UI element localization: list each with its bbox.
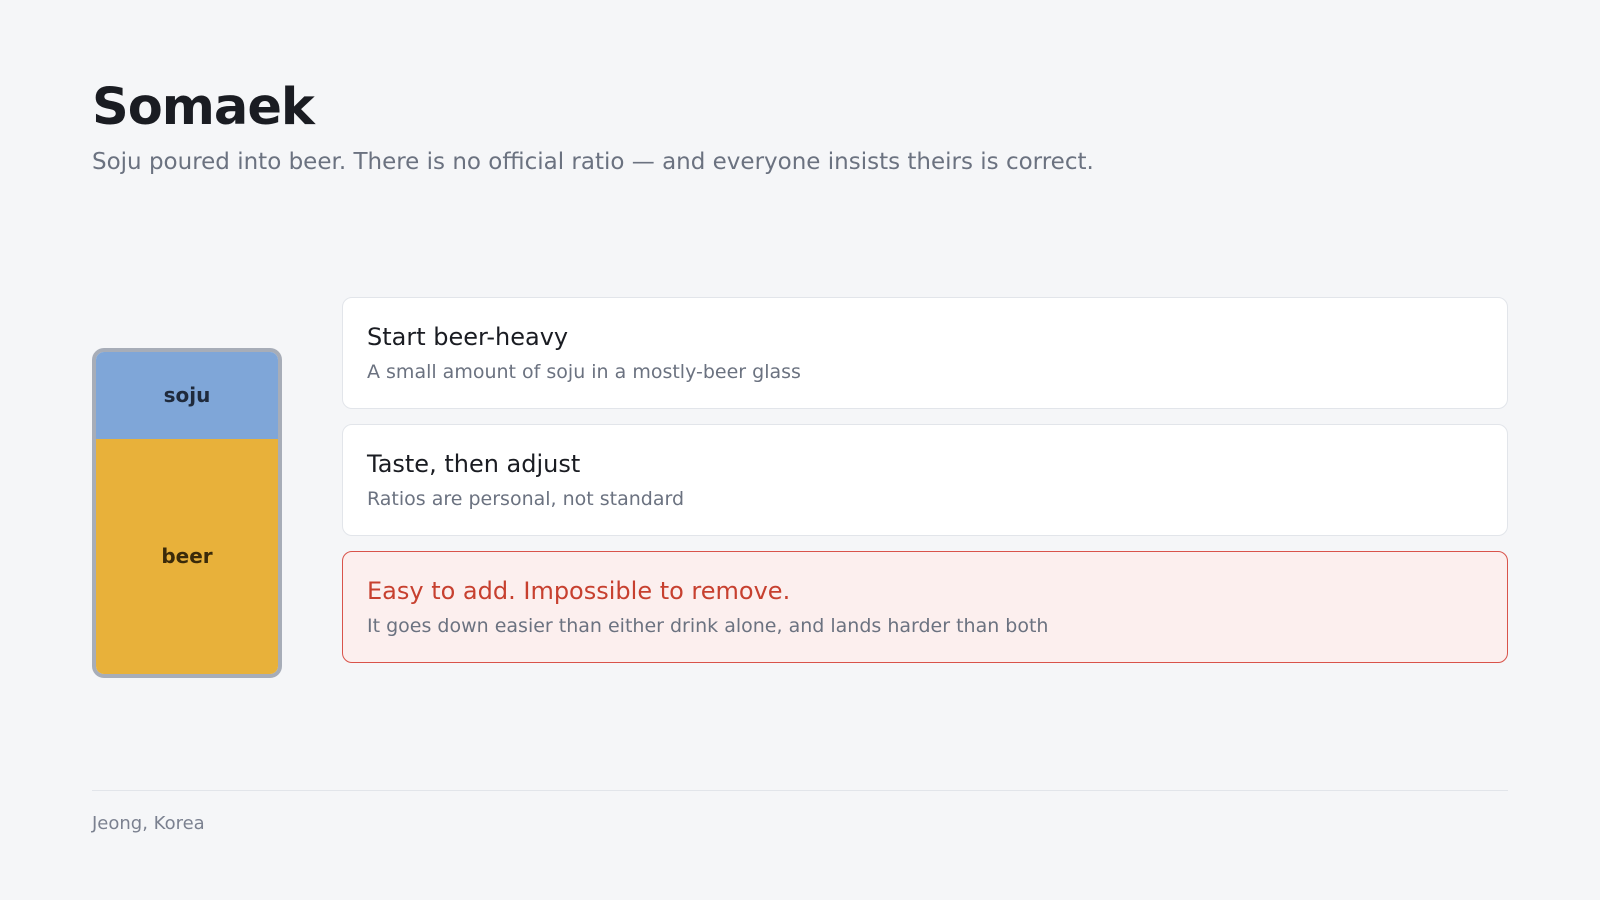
page-header: Somaek Soju poured into beer. There is n…: [92, 78, 1512, 178]
tip-card-description: A small amount of soju in a mostly-beer …: [367, 361, 801, 383]
footer: Jeong, Korea: [92, 790, 1508, 834]
warning-card: Easy to add. Impossible to remove. It go…: [342, 551, 1508, 663]
tip-card-description: Ratios are personal, not standard: [367, 488, 685, 510]
tip-card-start-beer-heavy: Start beer-heavy A small amount of soju …: [342, 297, 1508, 409]
glass-illustration: soju beer: [92, 348, 282, 678]
tips-list: Start beer-heavy A small amount of soju …: [342, 297, 1508, 663]
warning-card-description: It goes down easier than either drink al…: [367, 615, 1049, 637]
soju-label: soju: [163, 383, 211, 408]
beer-layer: beer: [96, 438, 278, 674]
beer-label: beer: [161, 544, 213, 569]
warning-card-title: Easy to add. Impossible to remove.: [367, 577, 791, 605]
tip-card-title: Taste, then adjust: [367, 450, 581, 478]
footer-text: Jeong, Korea: [92, 813, 205, 834]
tip-card-title: Start beer-heavy: [367, 323, 569, 351]
page-title: Somaek: [92, 78, 315, 137]
page-subtitle: Soju poured into beer. There is no offic…: [92, 149, 1094, 175]
tip-card-taste-then-adjust: Taste, then adjust Ratios are personal, …: [342, 424, 1508, 536]
soju-layer: soju: [96, 352, 278, 439]
